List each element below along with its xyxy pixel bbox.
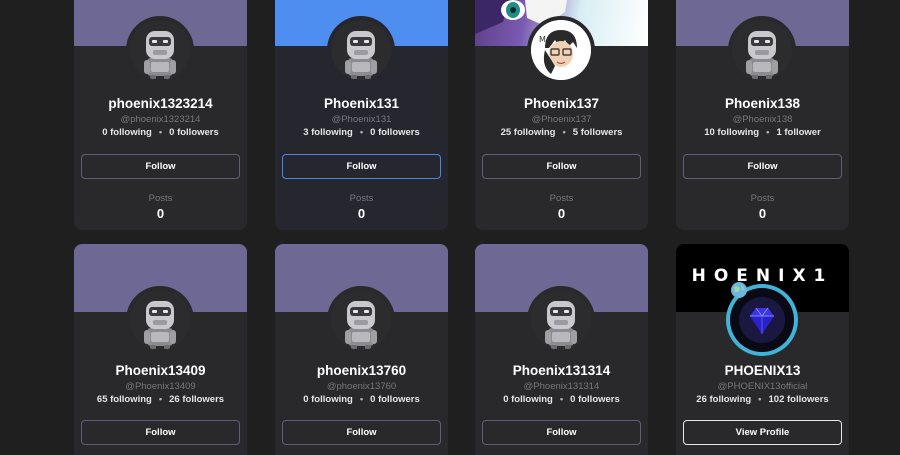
user-handle: @Phoenix13409 [125,381,196,392]
user-stats: 65 following • 26 followers [74,394,247,405]
follow-button[interactable]: Follow [482,420,641,445]
robot-avatar-icon [531,290,591,350]
followers-count[interactable]: 5 followers [573,127,623,138]
svg-text:M: M [539,35,546,44]
user-stats: 26 following • 102 followers [676,394,849,405]
separator: • [562,127,566,138]
separator: • [559,394,564,405]
banner-text: HOENIX1 [691,266,834,286]
user-handle: @Phoenix138 [732,114,793,125]
user-card-6[interactable]: phoenix13760 @phoenix13760 0 following • 0… [275,244,448,455]
user-handle: @Phoenix137 [531,114,592,125]
following-count[interactable]: 0 following [503,394,553,405]
posts-count: 0 [357,206,366,221]
following-count[interactable]: 25 following [501,127,556,138]
user-handle: @phoenix1323214 [120,114,201,125]
robot-avatar-icon [331,20,391,80]
avatar[interactable] [728,16,796,84]
user-name[interactable]: Phoenix13409 [74,363,247,378]
robot-avatar-icon [130,20,190,80]
following-count[interactable]: 0 following [303,394,353,405]
separator: • [158,394,163,405]
posts-count: 0 [557,206,566,221]
posts-count: 0 [758,206,767,221]
diamond-avatar-icon [739,297,785,343]
avatar[interactable] [327,286,395,354]
robot-avatar-icon [130,290,190,350]
separator: • [158,127,163,138]
followers-count[interactable]: 102 followers [769,394,829,405]
avatar[interactable]: M [527,16,595,84]
user-handle: @Phoenix131 [331,114,392,125]
user-card-7[interactable]: Phoenix131314 @Phoenix131314 0 following… [475,244,648,455]
user-stats: 25 following • 5 followers [475,127,648,138]
user-name[interactable]: phoenix1323214 [74,96,247,111]
view-profile-button[interactable]: View Profile [683,420,842,445]
posts-count: 0 [156,206,165,221]
user-name[interactable]: phoenix13760 [275,363,448,378]
user-card-3[interactable]: M Phoenix137 @Phoenix137 25 following • 5 … [475,0,648,230]
followers-count[interactable]: 0 followers [169,127,219,138]
follow-button[interactable]: Follow [81,154,240,179]
avatar[interactable] [126,16,194,84]
posts-label: Posts [349,193,374,204]
separator: • [359,127,364,138]
followers-count[interactable]: 0 followers [370,127,420,138]
separator: • [766,127,770,138]
follow-button[interactable]: Follow [683,154,842,179]
followers-count[interactable]: 1 follower [776,127,820,138]
user-handle: @Phoenix131314 [523,381,600,392]
following-count[interactable]: 3 following [303,127,353,138]
avatar[interactable] [527,286,595,354]
user-stats: 0 following • 0 followers [475,394,648,405]
followers-count[interactable]: 0 followers [370,394,420,405]
user-stats: 0 following • 0 followers [74,127,247,138]
followers-count[interactable]: 0 followers [570,394,620,405]
user-name[interactable]: Phoenix138 [676,96,849,111]
user-stats: 3 following • 0 followers [275,127,448,138]
avatar[interactable] [327,16,395,84]
user-stats: 0 following • 0 followers [275,394,448,405]
user-name[interactable]: Phoenix131 [275,96,448,111]
user-handle: @phoenix13760 [326,381,397,392]
user-stats: 10 following • 1 follower [676,127,849,138]
user-card-4[interactable]: Phoenix138 @Phoenix138 10 following • 1 fo… [676,0,849,230]
follow-button[interactable]: Follow [81,420,240,445]
posts-label: Posts [750,193,775,204]
following-count[interactable]: 10 following [704,127,759,138]
posts-label: Posts [148,193,173,204]
follow-button[interactable]: Follow [282,154,441,179]
user-name[interactable]: PHOENIX13 [676,363,849,378]
followers-count[interactable]: 26 followers [169,394,224,405]
earth-badge-icon [731,282,747,298]
separator: • [359,394,364,405]
robot-avatar-icon [732,20,792,80]
follow-button[interactable]: Follow [282,420,441,445]
following-count[interactable]: 26 following [696,394,751,405]
avatar[interactable] [126,286,194,354]
anime-avatar-icon: M [531,20,591,80]
user-handle: @PHOENIX13official [717,381,808,392]
follow-button[interactable]: Follow [482,154,641,179]
user-card-5[interactable]: Phoenix13409 @Phoenix13409 65 following •… [74,244,247,455]
user-card-2[interactable]: Phoenix131 @Phoenix131 3 following • 0 fol… [275,0,448,230]
robot-avatar-icon [331,290,391,350]
posts-label: Posts [549,193,574,204]
user-card-1[interactable]: phoenix1323214 @phoenix1323214 0 followi… [74,0,247,230]
following-count[interactable]: 0 following [102,127,152,138]
following-count[interactable]: 65 following [97,394,152,405]
user-name[interactable]: Phoenix137 [475,96,648,111]
user-card-8[interactable]: HOENIX1 PHOENIX13 @PHOENIX13official 26 … [676,244,849,455]
user-name[interactable]: Phoenix131314 [475,363,648,378]
separator: • [758,394,762,405]
